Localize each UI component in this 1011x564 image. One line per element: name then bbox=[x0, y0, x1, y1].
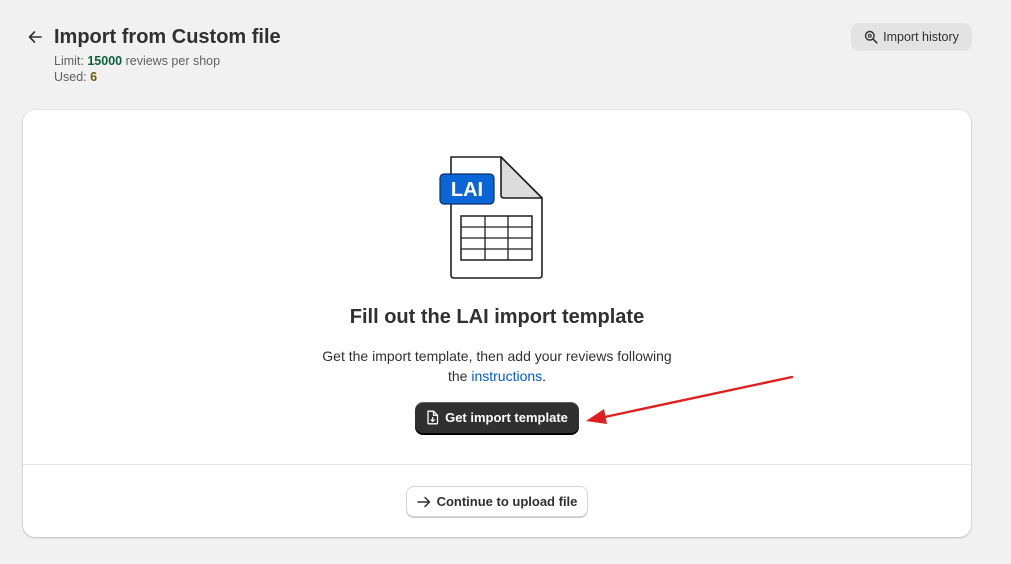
spreadsheet-document-icon: LAI bbox=[439, 156, 543, 279]
annotation-arrow-icon bbox=[586, 375, 794, 424]
document-icon bbox=[427, 410, 439, 425]
used-text: Used: 6 bbox=[54, 70, 98, 84]
continue-upload-label: Continue to upload file bbox=[436, 494, 578, 509]
doc-badge-text: LAI bbox=[451, 179, 483, 201]
used-value: 6 bbox=[90, 70, 98, 84]
get-import-template-button[interactable]: Get import template bbox=[415, 402, 579, 433]
limit-value: 15000 bbox=[87, 54, 123, 68]
section-heading: Fill out the LAI import template bbox=[349, 306, 645, 328]
continue-upload-button[interactable]: Continue to upload file bbox=[406, 486, 588, 517]
page-title: Import from Custom file bbox=[54, 26, 281, 48]
instructions-link[interactable]: instructions bbox=[471, 368, 542, 384]
search-icon bbox=[864, 30, 878, 44]
card-divider bbox=[23, 464, 971, 465]
get-import-template-label: Get import template bbox=[445, 410, 568, 425]
import-card: LAI Fill out the LAI import template Get… bbox=[23, 110, 971, 537]
import-history-label: Import history bbox=[883, 30, 959, 44]
import-history-button[interactable]: Import history bbox=[851, 23, 972, 51]
arrow-left-icon bbox=[28, 31, 42, 43]
limit-text: Limit: 15000 reviews per shop bbox=[54, 54, 221, 68]
arrow-right-icon bbox=[416, 496, 430, 507]
back-button[interactable] bbox=[24, 26, 46, 48]
